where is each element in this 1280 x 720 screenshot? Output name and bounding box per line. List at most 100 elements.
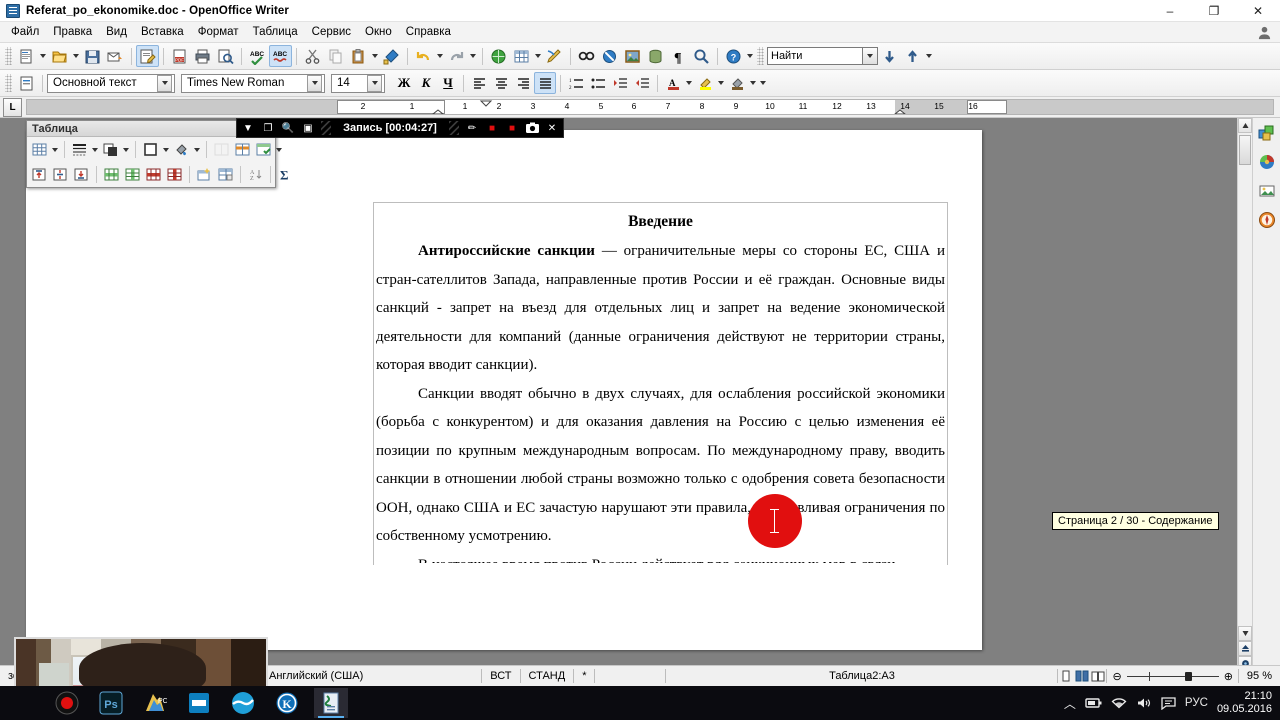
border-style-dropdown[interactable] [121,139,131,161]
menu-window[interactable]: Окно [358,24,399,40]
align-top-icon[interactable] [29,164,50,185]
recorder-record-icon[interactable]: ■ [505,121,519,135]
align-left-icon[interactable] [468,72,490,94]
document-page[interactable]: Введение Антироссийские санкции — ограни… [26,130,982,650]
hyperlink-icon[interactable] [598,45,621,67]
start-button[interactable] [0,686,46,720]
open-document-icon[interactable] [48,45,71,67]
taskbar-item-screen-recorder[interactable] [50,688,84,718]
modified-indicator[interactable]: * [574,666,594,687]
borders-icon[interactable] [69,139,90,160]
language-label[interactable]: Английский (США) [261,666,371,687]
close-button[interactable]: ✕ [1236,0,1280,22]
split-cells-icon[interactable] [232,139,253,160]
multi-page-icon[interactable] [1074,669,1090,683]
horizontal-ruler[interactable]: 2 1 1 2 3 4 5 6 7 8 9 10 11 12 13 14 15 … [26,99,1274,115]
document-paragraph[interactable]: Санкции вводят обычно в двух случаях, дл… [376,380,945,551]
recorder-menu-icon[interactable]: ▼ [241,121,255,135]
restore-button[interactable]: ❐ [1192,0,1236,22]
single-page-icon[interactable] [1058,669,1074,683]
insert-chart-icon[interactable] [487,45,510,67]
font-name-select[interactable]: Times New Roman [181,73,325,93]
insert-table-dropdown[interactable] [533,45,543,67]
menu-edit[interactable]: Правка [46,24,99,40]
delete-column-icon[interactable] [164,164,185,185]
merge-cells-icon[interactable] [211,139,232,160]
menu-tools[interactable]: Сервис [305,24,358,40]
menu-format[interactable]: Формат [191,24,246,40]
taskbar-item-openoffice-writer[interactable] [314,688,348,718]
zoom-slider-track[interactable] [1126,671,1219,681]
vertical-scrollbar[interactable] [1237,118,1252,686]
paragraph-style-icon[interactable] [15,72,38,94]
insert-image-icon[interactable] [621,45,644,67]
taskbar-item-browser[interactable] [226,688,260,718]
find-dropdown[interactable] [863,47,878,65]
user-icon[interactable] [1257,25,1272,40]
delete-row-icon[interactable] [143,164,164,185]
find-toolbar-overflow[interactable] [924,45,933,67]
zoom-icon[interactable] [690,45,713,67]
undo-dropdown[interactable] [435,45,445,67]
menu-file[interactable]: Файл [4,24,46,40]
recorder-region-icon[interactable]: ▣ [301,121,315,135]
book-view-icon[interactable] [1090,669,1106,683]
scrollbar-thumb[interactable] [1239,135,1251,165]
sum-icon[interactable]: Σ [275,164,296,185]
taskbar-item-video-editor[interactable] [182,688,216,718]
print-preview-icon[interactable] [214,45,237,67]
font-size-chevron-down-icon[interactable] [367,74,382,92]
navigator-compass-icon[interactable] [1256,209,1278,231]
taskbar-item-pc-tool[interactable]: PC [138,688,172,718]
zoom-slider[interactable]: ⊖ ⊕ [1107,666,1237,687]
redo-icon[interactable] [445,45,468,67]
data-sources-icon[interactable] [644,45,667,67]
highlight-dropdown[interactable] [716,72,726,94]
border-style-icon[interactable] [100,139,121,160]
recorder-pen-icon[interactable]: ✏ [465,121,479,135]
table-properties-icon[interactable] [215,164,236,185]
export-pdf-icon[interactable]: PDF [168,45,191,67]
border-color-dropdown[interactable] [161,139,171,161]
align-justify-icon[interactable] [534,72,556,94]
font-size-select[interactable]: 14 [331,73,385,93]
new-document-dropdown[interactable] [38,45,48,67]
insert-table-icon[interactable] [510,45,533,67]
font-color-icon[interactable]: A [662,72,684,94]
paste-icon[interactable] [347,45,370,67]
scroll-up-button[interactable] [1238,118,1252,133]
menu-insert[interactable]: Вставка [134,24,191,40]
send-email-icon[interactable] [104,45,127,67]
recorder-close-icon[interactable]: ✕ [545,121,559,135]
align-bottom-icon[interactable] [71,164,92,185]
find-toolbar-grip[interactable] [757,47,764,65]
find-input[interactable]: Найти [767,47,863,65]
clone-formatting-icon[interactable] [380,45,403,67]
table-dropdown[interactable] [50,139,60,161]
recorder-window-icon[interactable]: ❐ [261,121,275,135]
border-color-icon[interactable] [140,139,161,160]
draw-functions-icon[interactable] [543,45,566,67]
background-color-dropdown[interactable] [192,139,202,161]
right-indent-marker[interactable] [893,101,907,115]
recorder-camera-icon[interactable] [525,121,539,135]
font-name-chevron-down-icon[interactable] [307,74,322,92]
formatting-toolbar-overflow[interactable] [758,72,767,94]
numbered-list-icon[interactable]: 12 [565,72,587,94]
sort-icon[interactable]: AZ [245,164,266,185]
find-replace-icon[interactable] [575,45,598,67]
volume-icon[interactable] [1136,697,1152,709]
image-icon[interactable] [1256,180,1278,202]
first-line-indent-marker[interactable] [431,101,445,115]
zoom-slider-thumb[interactable] [1184,671,1192,681]
paragraph-style-chevron-down-icon[interactable] [157,74,172,92]
insert-mode-label[interactable]: ВСТ [482,666,519,687]
zoom-in-button[interactable]: ⊕ [1219,666,1238,687]
redo-dropdown[interactable] [468,45,478,67]
background-dropdown[interactable] [748,72,758,94]
formatting-toolbar-grip[interactable] [5,74,12,92]
recorder-zoom-icon[interactable]: 🔍 [281,121,295,135]
language-indicator[interactable]: РУС [1185,697,1208,709]
document-paragraph[interactable]: В настоящее время против России действуе… [376,551,945,563]
formatting-marks-icon[interactable]: ¶ [667,45,690,67]
